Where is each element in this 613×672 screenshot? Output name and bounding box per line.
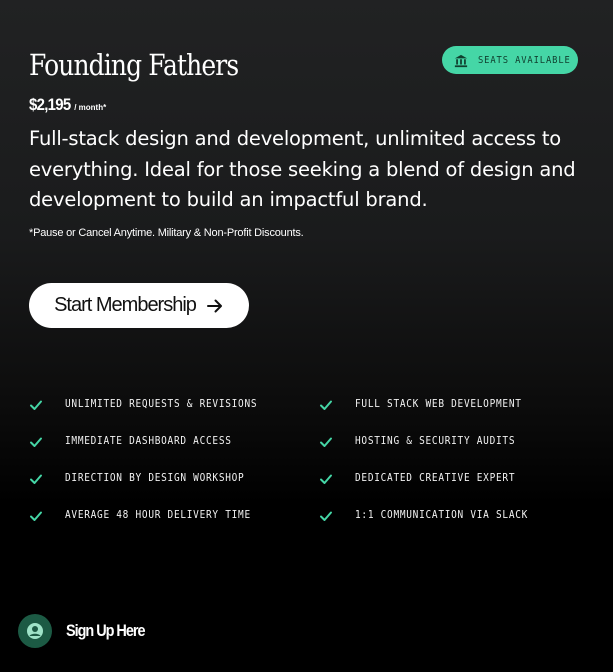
feature-label: 1:1 COMMUNICATION VIA SLACK — [355, 509, 529, 521]
seats-available-badge: SEATS AVAILABLE — [442, 46, 578, 74]
check-icon — [319, 471, 333, 485]
start-membership-label: Start Membership — [54, 294, 197, 316]
feature-item: UNLIMITED REQUESTS & REVISIONS — [29, 397, 279, 411]
plan-description: Full-stack design and development, unlim… — [29, 127, 576, 211]
start-membership-button[interactable]: Start Membership — [29, 283, 249, 328]
feature-label: DIRECTION BY DESIGN WORKSHOP — [65, 472, 245, 484]
sign-up-link[interactable]: Sign Up Here — [18, 614, 158, 648]
feature-item: 1:1 COMMUNICATION VIA SLACK — [319, 508, 547, 522]
check-icon — [29, 471, 43, 485]
check-icon — [29, 434, 43, 448]
feature-label: FULL STACK WEB DEVELOPMENT — [355, 398, 522, 410]
plan-note: *Pause or Cancel Anytime. Military & Non… — [29, 227, 304, 239]
check-icon — [29, 397, 43, 411]
feature-item: DEDICATED CREATIVE EXPERT — [319, 471, 533, 485]
arrow-right-icon — [206, 297, 224, 315]
plan-title: Founding Fathers — [29, 48, 239, 82]
check-icon — [319, 434, 333, 448]
bank-icon — [454, 53, 468, 68]
feature-label: DEDICATED CREATIVE EXPERT — [355, 472, 516, 484]
feature-item: HOSTING & SECURITY AUDITS — [319, 434, 533, 448]
feature-label: AVERAGE 48 HOUR DELIVERY TIME — [65, 509, 251, 521]
pricing-card: Founding Fathers SEATS AVAILABLE $2,195 … — [0, 0, 613, 672]
feature-item: AVERAGE 48 HOUR DELIVERY TIME — [29, 508, 272, 522]
feature-item: DIRECTION BY DESIGN WORKSHOP — [29, 471, 264, 485]
price-period: / month* — [74, 103, 107, 112]
feature-item: FULL STACK WEB DEVELOPMENT — [319, 397, 540, 411]
sign-up-label: Sign Up Here — [66, 621, 146, 640]
price-amount: $2,195 — [29, 95, 71, 114]
check-icon — [319, 397, 333, 411]
feature-label: UNLIMITED REQUESTS & REVISIONS — [65, 398, 258, 410]
feature-item: IMMEDIATE DASHBOARD ACCESS — [29, 434, 250, 448]
feature-label: HOSTING & SECURITY AUDITS — [355, 435, 516, 447]
check-icon — [319, 508, 333, 522]
feature-label: IMMEDIATE DASHBOARD ACCESS — [65, 435, 232, 447]
badge-label: SEATS AVAILABLE — [478, 54, 571, 66]
check-icon — [29, 508, 43, 522]
user-icon — [18, 614, 52, 648]
price: $2,195 / month* — [29, 95, 106, 115]
